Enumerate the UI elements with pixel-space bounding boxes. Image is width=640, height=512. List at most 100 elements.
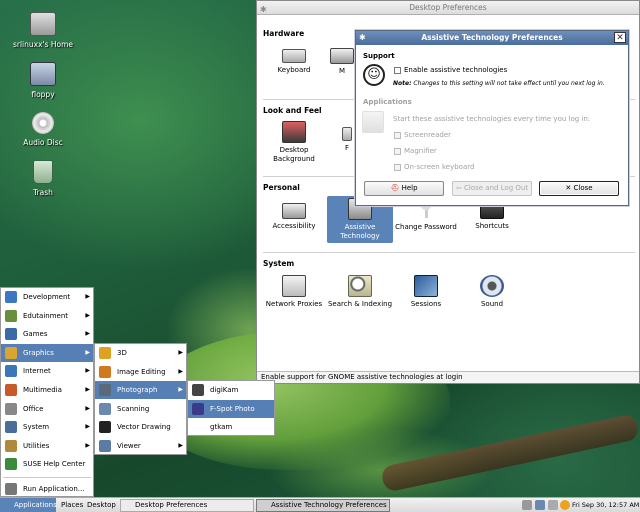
pref-label: F [344,144,350,152]
applications-menu-item[interactable]: Office ▶ [1,400,93,418]
help-button[interactable]: ⛑ Help [364,181,444,196]
graphics-menu-item[interactable]: Scanning [95,400,186,418]
applications-menu-item[interactable]: System ▶ [1,418,93,436]
pref-label: Keyboard [277,66,311,74]
applications-menu-item[interactable]: Edutainment ▶ [1,307,93,325]
section-personal: Personal [263,183,300,192]
applications-menu-item[interactable]: Games ▶ [1,325,93,343]
note-text: Note: Changes to this setting will not t… [393,80,605,87]
section-system: System [263,259,295,268]
onscreen-keyboard-checkbox[interactable] [394,164,401,171]
photograph-submenu: digiKam F-Spot Photo Album gtkam [187,380,275,436]
menu-item-label: Scanning [117,404,150,413]
graphics-menu-item[interactable]: Image Editing ▶ [95,363,186,381]
pref-accessibility[interactable]: Accessibility [261,196,327,231]
applications-menu-item[interactable]: Development ▶ [1,288,93,306]
menu-item-label: Internet [23,367,51,376]
applications-menu-item[interactable]: SUSE Help Center [1,455,93,473]
photograph-icon [99,384,111,397]
places-menu-button[interactable]: Places [58,498,86,512]
desktop-menu-button[interactable]: Desktop [84,498,119,512]
window-menu-icon[interactable]: ✱ [359,31,366,45]
pref-sound[interactable]: Sound [459,273,525,309]
desktop-icon-home[interactable]: srlinuxx's Home [3,12,83,49]
pref-search-indexing[interactable]: Search & Indexing [327,273,393,309]
submenu-arrow-icon: ▶ [178,386,183,394]
desktop-icon-audio-disc[interactable]: Audio Disc [3,112,83,147]
pref-desktop-background[interactable]: Desktop Background [261,119,327,164]
trash-icon [33,160,53,184]
close-and-logout-button[interactable]: ⇦ Close and Log Out [452,181,532,196]
pref-label: Sound [480,300,504,308]
applications-menu-item[interactable]: Multimedia ▶ [1,381,93,399]
graphics-menu-item[interactable]: Vector Drawing [95,418,186,436]
support-heading: Support [363,52,395,60]
pref-label: Assistive Technology [340,223,380,240]
taskbar-desktop-preferences[interactable]: Desktop Preferences [120,499,254,512]
dialog-titlebar[interactable]: ✱ Assistive Technology Preferences ✕ [356,31,628,45]
taskbar-assistive-technology[interactable]: Assistive Technology Preferences [256,499,390,512]
close-button-label: Close [573,184,593,192]
applications-menu-item[interactable]: Graphics ▶ [1,343,93,362]
desktop-icon-label: floppy [31,90,55,99]
graphics-icon [5,346,17,359]
desktop-icon-floppy[interactable]: floppy [3,62,83,99]
digikam-icon [192,384,204,396]
update-icon[interactable] [560,500,570,510]
desktop-icon-trash[interactable]: Trash [3,160,83,197]
enable-assistive-label[interactable]: Enable assistive technologies [404,66,507,74]
home-folder-icon [30,12,56,36]
submenu-arrow-icon: ▶ [178,442,183,449]
pref-sessions[interactable]: Sessions [393,273,459,309]
desktop-icon-label: srlinuxx's Home [12,40,74,49]
menu-item-label: SUSE Help Center [23,460,86,469]
clock-label: Fri Sep 30, 12:57 AM [572,501,640,509]
applications-menu: Development ▶ Edutainment ▶ Games ▶ Graphics ▶ I… [0,287,94,497]
search-icon[interactable] [522,500,532,510]
applications-heading: Applications [363,98,412,106]
submenu-arrow-icon: ▶ [85,404,90,412]
development-icon [5,291,17,303]
applications-menu-item[interactable]: Utilities ▶ [1,437,93,455]
photograph-menu-item[interactable]: gtkam [188,418,274,436]
close-icon[interactable]: ✕ [614,32,626,43]
menu-item-label: 3D [117,349,127,357]
photograph-menu-item[interactable]: digiKam [188,381,274,399]
pref-label: Accessibility [272,222,316,230]
taskbar-label: Desktop Preferences [135,501,208,509]
pref-font[interactable]: F [337,119,357,153]
applications-menu-item[interactable]: Run Application... [1,480,93,498]
sound-icon [480,275,504,297]
close-button[interactable]: ✕ Close [539,181,619,196]
screenreader-checkbox[interactable] [394,132,401,139]
desktop-icon-label: Audio Disc [23,138,63,147]
menu-item-label: Viewer [117,442,141,450]
applications-menu-item[interactable]: Internet ▶ [1,362,93,380]
photograph-menu-item[interactable]: F-Spot Photo Album [188,399,274,431]
window-menu-icon[interactable]: ✱ [260,3,267,16]
screenreader-label: Screenreader [404,131,452,139]
pref-network-proxies[interactable]: Network Proxies [261,273,327,309]
pref-keyboard[interactable]: Keyboard [261,41,327,75]
graphics-menu-item[interactable]: 3D ▶ [95,344,186,362]
image-editing-icon [99,365,111,378]
network-icon[interactable] [548,500,558,510]
font-icon [342,127,352,141]
applications-menu-button[interactable]: Applications [0,498,57,512]
menu-item-label: gtkam [210,423,233,432]
enable-assistive-checkbox[interactable] [394,67,401,74]
pref-label: M [338,67,346,75]
desktop-background-icon [282,121,306,143]
clipboard-icon[interactable] [535,500,545,510]
graphics-menu-item[interactable]: Photograph ▶ [95,381,186,400]
magnifier-checkbox[interactable] [394,148,401,155]
taskbar-label: Assistive Technology Preferences [271,501,387,509]
window-titlebar[interactable]: ✱ Desktop Preferences [257,1,639,15]
logout-icon: ⇦ [455,184,462,192]
clock[interactable]: Fri Sep 30, 12:57 AM [572,498,640,512]
graphics-menu-item[interactable]: Viewer ▶ [95,437,186,455]
pref-label: Search & Indexing [327,300,393,308]
pref-mouse[interactable]: M [327,41,357,76]
submenu-arrow-icon: ▶ [85,367,90,375]
keyboard-icon [282,49,306,63]
